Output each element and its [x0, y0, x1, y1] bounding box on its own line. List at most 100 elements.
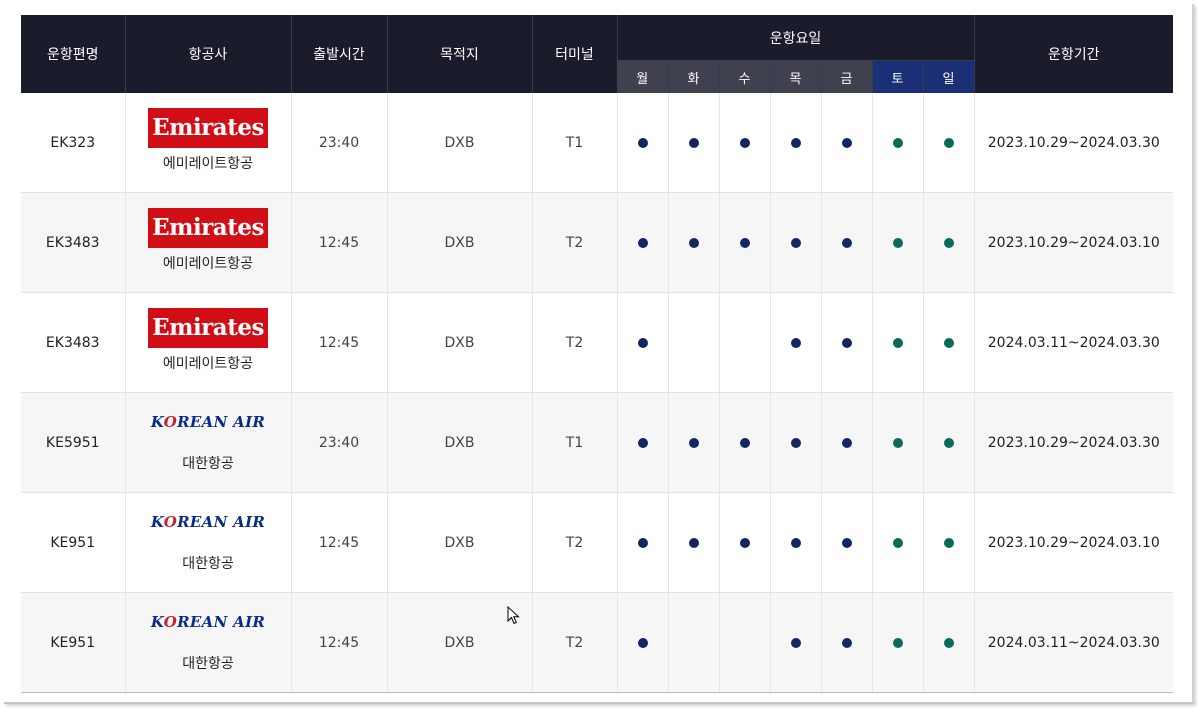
flight-schedule-table: 운항편명 항공사 출발시간 목적지 터미널 운항요일 운항기간 월 화 수 목 …: [21, 15, 1174, 693]
operating-period: 2024.03.11~2024.03.30: [973, 292, 1174, 393]
airline-cell: KOREAN AIR 대한항공: [124, 592, 291, 693]
operating-day-dot-icon: [892, 337, 903, 348]
operating-day-dot-icon: [637, 337, 648, 348]
day-thu-cell: [769, 392, 821, 493]
day-tue-cell: [667, 392, 719, 493]
flight-number: KE5951: [21, 392, 125, 493]
terminal: T2: [531, 492, 617, 593]
table-row: EK3483 Emirates 에미레이트항공 12:45 DXB T2 2024.03.1…: [21, 292, 1174, 393]
table-row: EK3483 Emirates 에미레이트항공 12:45 DXB T2 2023.10.2…: [21, 192, 1174, 293]
flight-number: EK323: [21, 93, 125, 193]
operating-day-dot-icon: [943, 537, 954, 548]
operating-day-dot-icon: [943, 637, 954, 648]
operating-day-dot-icon: [790, 437, 801, 448]
operating-day-dot-icon: [637, 137, 648, 148]
airline-name: 대한항공: [182, 656, 234, 672]
operating-day-dot-icon: [637, 537, 648, 548]
airline-name: 대한항공: [182, 456, 234, 472]
operating-day-dot-icon: [943, 337, 954, 348]
destination: DXB: [386, 392, 532, 493]
operating-day-dot-icon: [892, 637, 903, 648]
table-body: EK323 Emirates 에미레이트항공 23:40 DXB T1 2023.10.29…: [21, 93, 1174, 693]
operating-day-dot-icon: [892, 137, 903, 148]
airline-name: 에미레이트항공: [162, 356, 254, 372]
day-sat-cell: [871, 93, 923, 193]
header-departure: 출발시간: [290, 15, 387, 93]
day-sat-cell: [871, 592, 923, 693]
flight-number: KE951: [21, 592, 125, 693]
operating-day-dot-icon: [739, 137, 750, 148]
departure-time: 23:40: [290, 392, 387, 493]
terminal: T1: [531, 392, 617, 493]
operating-day-dot-icon: [892, 437, 903, 448]
day-wed-cell: [718, 192, 770, 293]
airline-name: 대한항공: [182, 556, 234, 572]
header-day-sun: 일: [922, 60, 975, 93]
table-header: 운항편명 항공사 출발시간 목적지 터미널 운항요일 운항기간 월 화 수 목 …: [21, 15, 1174, 93]
departure-time: 23:40: [290, 93, 387, 193]
header-flight: 운항편명: [21, 15, 125, 93]
emirates-logo: Emirates: [148, 208, 268, 248]
day-thu-cell: [769, 292, 821, 393]
emirates-logo: Emirates: [148, 108, 268, 148]
airline-cell: KOREAN AIR 대한항공: [124, 392, 291, 493]
emirates-logo: Emirates: [148, 308, 268, 348]
day-wed-cell: [718, 93, 770, 193]
day-thu-cell: [769, 192, 821, 293]
day-sat-cell: [871, 392, 923, 493]
airline-logo-wrap: Emirates: [126, 108, 291, 148]
operating-day-dot-icon: [790, 537, 801, 548]
header-operating-days: 운항요일: [616, 15, 975, 61]
operating-period: 2024.03.11~2024.03.30: [973, 592, 1174, 693]
operating-day-dot-icon: [688, 537, 699, 548]
operating-day-dot-icon: [841, 437, 852, 448]
destination: DXB: [386, 192, 532, 293]
airline-logo-wrap: KOREAN AIR: [126, 408, 291, 448]
header-terminal: 터미널: [531, 15, 617, 93]
operating-day-dot-icon: [841, 337, 852, 348]
day-tue-cell: [667, 492, 719, 593]
header-destination: 목적지: [386, 15, 532, 93]
operating-day-dot-icon: [637, 637, 648, 648]
day-sun-cell: [922, 192, 975, 293]
terminal: T2: [531, 592, 617, 693]
airline-logo-wrap: KOREAN AIR: [126, 608, 291, 648]
operating-period: 2023.10.29~2024.03.30: [973, 392, 1174, 493]
flight-number: EK3483: [21, 192, 125, 293]
operating-day-dot-icon: [841, 137, 852, 148]
day-sun-cell: [922, 292, 975, 393]
operating-day-dot-icon: [688, 237, 699, 248]
operating-day-dot-icon: [637, 437, 648, 448]
airline-logo-wrap: Emirates: [126, 308, 291, 348]
operating-day-dot-icon: [790, 137, 801, 148]
table-row: KE5951 KOREAN AIR 대한항공 23:40 DXB T1 2023.10.29…: [21, 392, 1174, 493]
operating-period: 2023.10.29~2024.03.30: [973, 93, 1174, 193]
departure-time: 12:45: [290, 292, 387, 393]
airline-cell: Emirates 에미레이트항공: [124, 292, 291, 393]
header-period: 운항기간: [973, 15, 1174, 93]
day-thu-cell: [769, 93, 821, 193]
operating-day-dot-icon: [637, 237, 648, 248]
header-day-fri: 금: [820, 60, 872, 93]
header-day-thu: 목: [769, 60, 821, 93]
day-sun-cell: [922, 392, 975, 493]
operating-day-dot-icon: [841, 637, 852, 648]
day-mon-cell: [616, 292, 668, 393]
airline-cell: KOREAN AIR 대한항공: [124, 492, 291, 593]
table-row: EK323 Emirates 에미레이트항공 23:40 DXB T1 2023.10.29…: [21, 93, 1174, 193]
day-mon-cell: [616, 93, 668, 193]
operating-day-dot-icon: [790, 337, 801, 348]
day-sun-cell: [922, 592, 975, 693]
korean-air-logo: KOREAN AIR: [150, 513, 266, 531]
day-wed-cell: [718, 292, 770, 393]
day-wed-cell: [718, 392, 770, 493]
day-tue-cell: [667, 592, 719, 693]
day-mon-cell: [616, 492, 668, 593]
day-sat-cell: [871, 292, 923, 393]
korean-air-logo: KOREAN AIR: [150, 613, 266, 631]
day-fri-cell: [820, 292, 872, 393]
airline-name: 에미레이트항공: [162, 256, 254, 272]
operating-day-dot-icon: [688, 437, 699, 448]
day-sun-cell: [922, 93, 975, 193]
korean-air-logo: KOREAN AIR: [150, 413, 266, 431]
